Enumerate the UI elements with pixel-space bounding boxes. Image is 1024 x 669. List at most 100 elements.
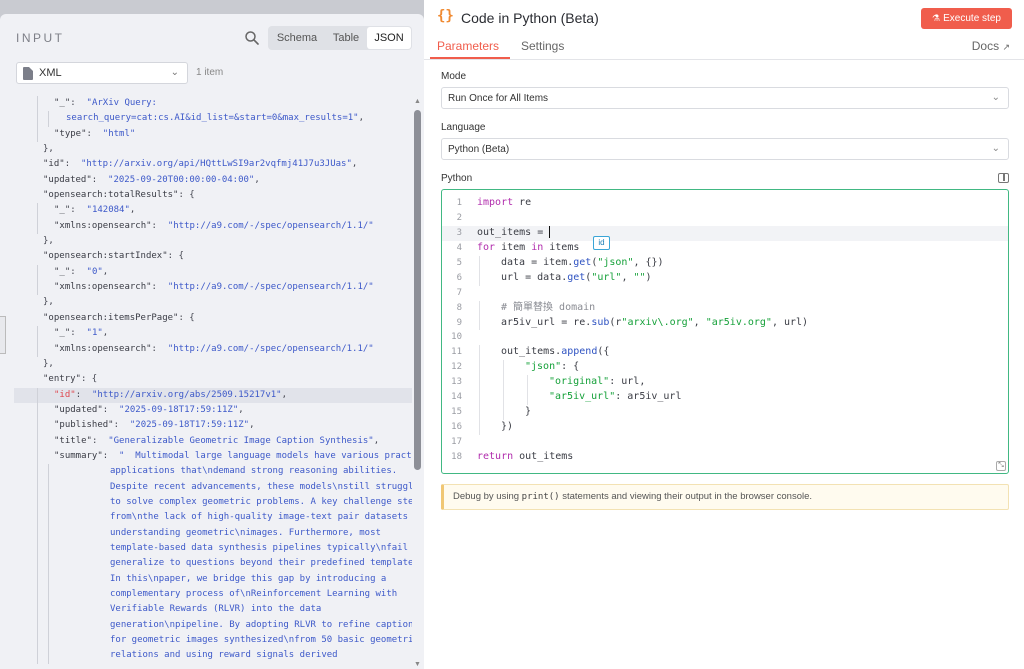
json-punctuation: , xyxy=(373,435,380,446)
indent-guide xyxy=(527,375,528,391)
json-key: "type" xyxy=(54,128,87,139)
mode-select[interactable]: Run Once for All Items ⌄ xyxy=(441,87,1009,109)
json-line-content: generation\npipeline. By adopting RLVR t… xyxy=(110,618,412,633)
json-line-content: Verifiable Rewards (RLVR) into the data xyxy=(110,602,321,617)
code-token: : { xyxy=(561,361,580,373)
code-token: : url, xyxy=(609,376,646,388)
tab-schema[interactable]: Schema xyxy=(269,27,325,49)
python-code-label: Python xyxy=(441,173,473,184)
python-code-editor[interactable]: 1 import re 2 3 out_items = 4 for item in ite… xyxy=(441,189,1009,474)
code-token: , url) xyxy=(771,316,809,328)
json-line: "_": "1", xyxy=(14,326,412,342)
code-token: (r xyxy=(609,316,622,328)
tab-parameters[interactable]: Parameters xyxy=(437,39,499,53)
indent-guide xyxy=(48,540,49,557)
notice-text-after: statements and viewing their output in t… xyxy=(559,491,813,502)
search-icon[interactable] xyxy=(244,30,260,46)
json-scrollbar[interactable]: ▲ ▼ xyxy=(412,98,422,668)
json-line-content: "type": "html" xyxy=(54,127,135,142)
indent-guide xyxy=(48,556,49,572)
mode-label: Mode xyxy=(441,71,467,82)
code-token: out_items = xyxy=(477,226,550,238)
json-value: " Multimodal large language models have … xyxy=(119,450,412,461)
json-punctuation: : { xyxy=(80,374,98,385)
json-punctuation: , xyxy=(129,205,136,216)
chevron-down-icon: ⌄ xyxy=(170,67,179,78)
code-text: url = data.get("url", "") xyxy=(501,271,652,286)
tab-settings[interactable]: Settings xyxy=(521,39,564,53)
autocomplete-hint[interactable]: id xyxy=(593,236,610,250)
json-line-content: "entry": { xyxy=(43,372,97,387)
json-line-content: "updated": "2025-09-20T00:00:00-04:00", xyxy=(43,173,260,188)
scroll-down-icon[interactable]: ▼ xyxy=(414,661,421,668)
json-value: "http://a9.com/-/spec/opensearch/1.1/" xyxy=(167,343,374,354)
code-token: , xyxy=(693,316,706,328)
code-token: "original" xyxy=(549,376,610,388)
execute-step-button[interactable]: ⚗ Execute step xyxy=(921,8,1012,29)
json-key: "opensearch:startIndex" xyxy=(43,251,168,262)
line-number: 3 xyxy=(456,227,462,238)
tab-table[interactable]: Table xyxy=(325,27,367,49)
docs-link[interactable]: Docs ↗ xyxy=(972,39,1010,53)
json-punctuation: : xyxy=(151,343,168,354)
node-title[interactable]: Code in Python (Beta) xyxy=(461,10,599,26)
json-line-content: "opensearch:itemsPerPage": { xyxy=(43,311,195,326)
code-token: for xyxy=(477,241,496,253)
json-key: "_" xyxy=(54,328,71,339)
code-text: # 簡單替換 domain xyxy=(501,301,595,316)
tab-json[interactable]: JSON xyxy=(367,27,411,49)
code-text: data = item.get("json", {}) xyxy=(501,256,664,271)
indent-guide xyxy=(48,525,49,541)
code-token: item xyxy=(495,241,532,253)
indent-guide xyxy=(37,96,38,112)
json-line: "type": "html" xyxy=(14,126,412,143)
code-text: return out_items xyxy=(477,450,573,465)
panel-edge-handle[interactable] xyxy=(0,316,6,354)
indent-guide xyxy=(37,433,38,449)
indent-guide xyxy=(37,448,38,465)
json-line-content: "xmlns:opensearch": "http://a9.com/-/spe… xyxy=(54,219,374,234)
code-lines[interactable]: 1 import re 2 3 out_items = 4 for item in ite… xyxy=(442,196,1008,465)
json-punctuation: : xyxy=(70,328,87,339)
resize-handle-icon[interactable]: ⤡ xyxy=(996,461,1006,471)
text-cursor xyxy=(549,225,551,238)
code-token: , {}) xyxy=(633,256,664,268)
indent-guide xyxy=(479,300,480,316)
language-select[interactable]: Python (Beta) ⌄ xyxy=(441,138,1009,160)
code-line: 4 for item in items xyxy=(442,241,1008,256)
json-viewer[interactable]: "_": "ArXiv Query: search_query=cat:cs.AI… xyxy=(14,96,412,669)
json-line: "opensearch:itemsPerPage": { xyxy=(14,311,412,326)
indent-guide xyxy=(479,375,480,391)
json-line: generalize to questions beyond their pre… xyxy=(14,556,412,572)
json-line: "opensearch:totalResults": { xyxy=(14,188,412,203)
line-number: 15 xyxy=(451,407,462,418)
code-token: append xyxy=(561,346,598,358)
language-label: Language xyxy=(441,122,486,133)
json-value: "142084" xyxy=(86,205,130,216)
json-punctuation: : xyxy=(70,98,87,108)
language-value: Python (Beta) xyxy=(448,144,510,155)
json-key: "opensearch:itemsPerPage" xyxy=(43,312,179,323)
view-mode-tabs: Schema Table JSON xyxy=(268,26,412,50)
scroll-up-icon[interactable]: ▲ xyxy=(414,98,421,105)
node-header: {} Code in Python (Beta) ⚗ Execute step P… xyxy=(424,0,1024,60)
json-punctuation: : xyxy=(102,450,120,461)
code-token: out_items xyxy=(513,450,574,462)
json-line: for geometric images synthesized\nfrom 5… xyxy=(14,633,412,649)
code-token: "url" xyxy=(591,271,622,283)
input-node-select[interactable]: XML ⌄ xyxy=(16,62,188,84)
code-line: 10 xyxy=(442,330,1008,345)
scrollbar-thumb[interactable] xyxy=(414,110,421,470)
json-punctuation: : xyxy=(102,404,120,415)
input-node-label: XML xyxy=(39,67,62,79)
side-panel-icon[interactable] xyxy=(998,173,1009,183)
indent-guide xyxy=(48,602,49,618)
json-punctuation: , xyxy=(254,174,260,185)
json-key: "_" xyxy=(54,266,71,277)
json-punctuation: , xyxy=(102,266,109,277)
code-token: in xyxy=(531,241,544,253)
indent-guide xyxy=(37,203,38,219)
json-key: "published" xyxy=(54,420,114,431)
code-token: "json" xyxy=(525,361,562,373)
json-punctuation: : xyxy=(151,282,168,293)
